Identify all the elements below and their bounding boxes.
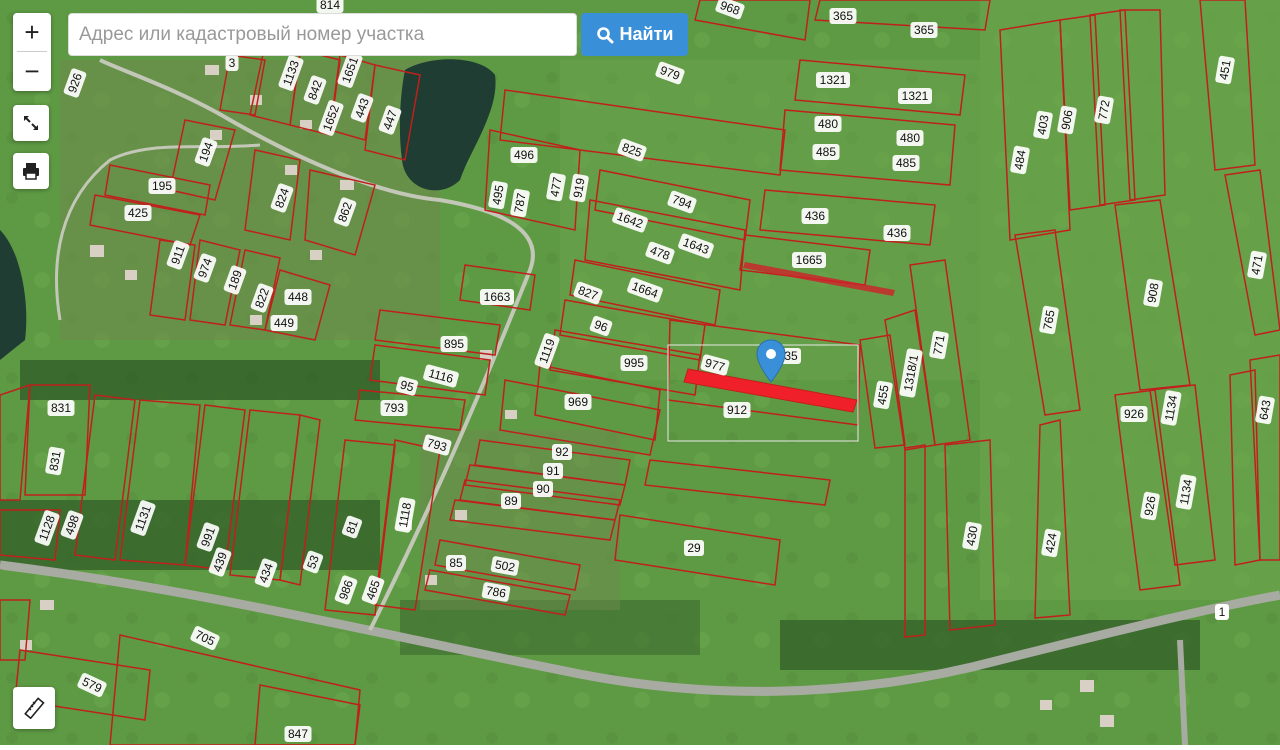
parcel-number: 895 [444,337,464,351]
parcel-label: 195 [148,178,176,194]
print-icon [23,163,39,180]
parcel-label: 831 [47,400,75,416]
parcel-number: 449 [274,316,294,330]
parcel-label: 969 [564,394,592,410]
parcel-label: 485 [892,155,920,171]
parcel-number: 969 [568,395,588,409]
parcel-number: 1321 [902,89,929,103]
parcel-number: 480 [900,131,920,145]
parcel-number: 496 [514,148,534,162]
parcel-label: 480 [814,116,842,132]
find-button-label: Найти [619,24,674,44]
parcel-number: 365 [833,9,853,23]
parcel-number: 35 [784,349,798,363]
satellite-map[interactable]: 814 968 3653659263 1133 16518421652 443447979… [0,0,1280,746]
parcel-number: 85 [449,556,463,570]
parcel-label: 425 [124,205,152,221]
parcel-label: 3 [225,55,239,71]
parcel-label: 85 [446,555,466,571]
parcel-number: 995 [624,356,644,370]
road-number: 1 [1219,605,1226,619]
road-number-badge: 1 [1215,604,1229,620]
parcel-number: 485 [896,156,916,170]
fullscreen-button[interactable] [13,105,49,141]
parcel-label: 1665 [792,252,826,268]
zoom-out-button[interactable]: − [13,52,51,90]
parcel-label: 814 [316,0,344,13]
parcel-label: 496 [510,147,538,163]
parcel-number: 365 [914,23,934,37]
parcel-label: 1663 [480,289,514,305]
parcel-label: 436 [801,208,829,224]
parcel-label: 793 [380,400,408,416]
parcel-number: 425 [128,206,148,220]
parcel-number: 793 [384,401,404,415]
parcel-number: 485 [816,145,836,159]
parcel-label: 1321 [898,88,932,104]
parcel-number: 448 [288,290,308,304]
parcel-label: 365 [910,22,938,38]
parcel-label: 912 [723,402,751,418]
parcel-number: 814 [320,0,340,12]
search-input[interactable] [68,13,577,56]
zoom-controls: + − [13,13,51,91]
parcel-label: 29 [684,540,704,556]
parcel-number: 1663 [484,290,511,304]
parcel-number: 1665 [796,253,823,267]
parcel-number: 831 [51,401,71,415]
parcel-label: 1321 [816,72,850,88]
parcel-label: 448 [284,289,312,305]
parcel-number: 1321 [820,73,847,87]
parcel-label: 485 [812,144,840,160]
parcel-label: 926 [1120,406,1148,422]
parcel-label: 365 [829,8,857,24]
parcel-label: 90 [533,481,553,497]
parcel-label: 480 [896,130,924,146]
parcel-label: 92 [552,444,572,460]
parcel-number: 89 [504,494,518,508]
parcel-label: 449 [270,315,298,331]
ruler-icon [24,697,45,719]
parcel-number: 92 [555,445,569,459]
find-button[interactable]: Найти [581,13,688,56]
parcel-number: 3 [229,56,236,70]
fullscreen-icon [24,116,38,130]
parcel-label: 89 [501,493,521,509]
parcel-number: 90 [536,482,550,496]
tree-belt [20,360,380,400]
parcel-label: 91 [543,463,563,479]
parcel-label: 895 [440,336,468,352]
parcel-number: 91 [546,464,560,478]
parcel-number: 436 [887,226,907,240]
parcel-number: 195 [152,179,172,193]
parcel-number: 29 [687,541,701,555]
parcel-number: 912 [727,403,747,417]
parcel-number: 436 [805,209,825,223]
ruler-button[interactable] [13,687,55,729]
print-button[interactable] [13,153,49,189]
parcel-number: 480 [818,117,838,131]
map-view[interactable]: 814 968 365 365 926 3 1133 1651 842 1652 443 447 979… [0,0,1280,746]
zoom-in-button[interactable]: + [13,13,51,51]
parcel-number: 926 [1124,407,1144,421]
parcel-label: 847 [284,726,312,742]
parcel-label: 995 [620,355,648,371]
parcel-number: 847 [288,727,308,741]
search-icon [596,26,614,43]
parcel-label: 436 [883,225,911,241]
